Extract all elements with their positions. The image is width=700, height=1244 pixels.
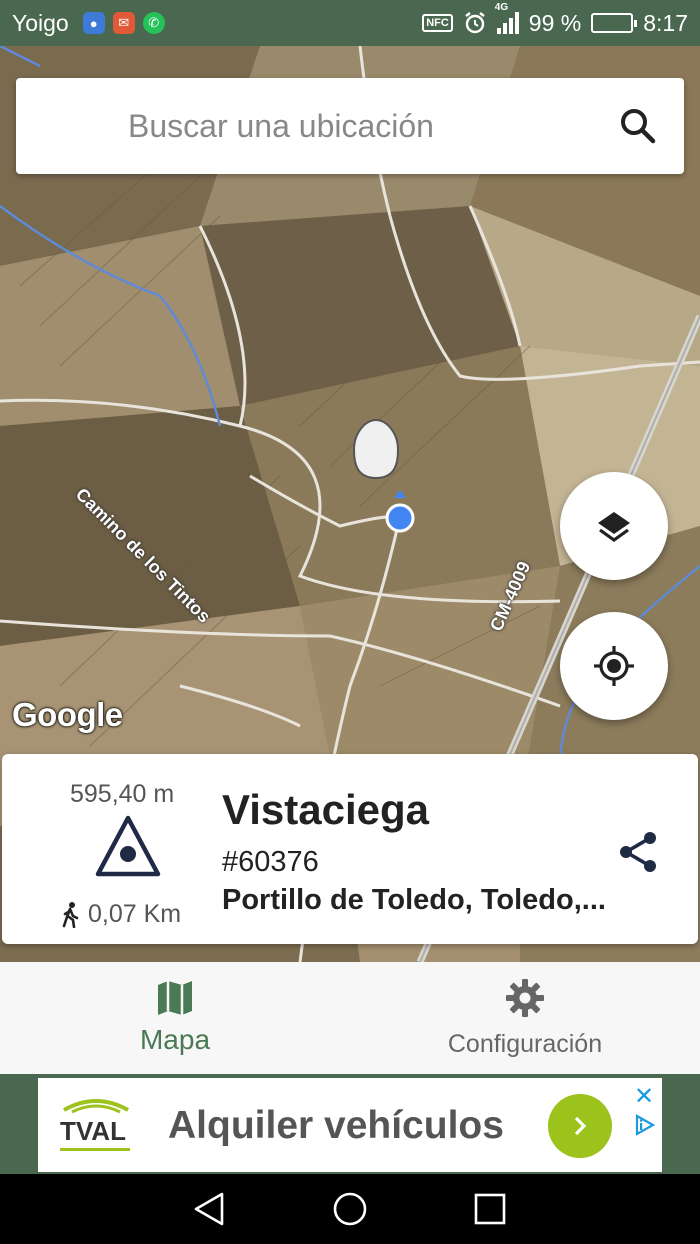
adchoices-icon[interactable] — [634, 1114, 656, 1136]
back-icon[interactable] — [192, 1191, 228, 1227]
tab-mapa-label: Mapa — [139, 1024, 211, 1055]
my-location-button[interactable] — [560, 612, 668, 720]
tab-configuracion-label: Configuración — [447, 1029, 603, 1058]
nfc-icon: NFC — [422, 14, 453, 32]
layers-icon — [598, 512, 630, 542]
ad-banner: TVAL Alquiler vehículos ✕ — [0, 1074, 700, 1174]
location-title: Vistaciega — [222, 786, 430, 833]
system-navigation-bar — [0, 1174, 700, 1244]
search-bar[interactable] — [16, 78, 684, 174]
location-icon: ● — [82, 12, 105, 34]
ad-content[interactable]: TVAL Alquiler vehículos ✕ — [38, 1078, 662, 1172]
google-attribution: Google — [12, 696, 123, 733]
signal-icon: 4G — [495, 2, 519, 34]
bottom-navigation: Mapa Configuración — [0, 962, 700, 1074]
ad-close-icon[interactable]: ✕ — [634, 1082, 654, 1111]
notification-icons: ● ✉ ✆ — [82, 12, 165, 34]
location-address: Portillo de Toledo, Toledo,... — [222, 884, 606, 916]
whatsapp-icon: ✆ — [142, 12, 165, 34]
network-type: 4G — [494, 2, 509, 13]
map-icon — [158, 981, 192, 1015]
elevation: 595,40 m — [70, 780, 175, 808]
recents-icon[interactable] — [472, 1191, 508, 1227]
gear-icon — [506, 978, 544, 1017]
alarm-icon — [465, 12, 485, 34]
home-icon[interactable] — [332, 1191, 368, 1227]
walking-icon — [62, 901, 79, 928]
search-input[interactable] — [128, 107, 668, 145]
search-icon[interactable] — [618, 106, 658, 146]
distance: 0,07 Km — [62, 900, 181, 929]
carrier-name: Yoigo — [12, 9, 69, 36]
ad-text: Alquiler vehículos — [168, 1104, 504, 1147]
summit-icon — [95, 815, 161, 877]
mail-icon: ✉ — [112, 12, 135, 34]
tab-configuracion[interactable]: Configuración — [350, 962, 700, 1074]
my-location-icon — [594, 646, 634, 686]
ad-open-button[interactable] — [548, 1094, 612, 1158]
location-info-card[interactable]: 595,40 m 0,07 Km Vistaciega #60376 Porti… — [2, 754, 698, 944]
ad-brand-text: TVAL — [60, 1116, 126, 1146]
share-icon[interactable] — [614, 828, 662, 876]
pin-marker[interactable] — [352, 418, 400, 480]
tab-mapa[interactable]: Mapa — [0, 962, 350, 1074]
ad-brand-logo: TVAL — [60, 1090, 132, 1156]
battery-icon — [591, 13, 638, 33]
battery-percent: 99 % — [528, 9, 582, 36]
clock: 8:17 — [643, 9, 688, 36]
layers-button[interactable] — [560, 472, 668, 580]
location-id: #60376 — [222, 846, 319, 878]
chevron-right-icon — [574, 1116, 587, 1136]
status-bar: Yoigo ● ✉ ✆ NFC 4G 99 % 8:17 — [0, 0, 700, 46]
distance-value: 0,07 Km — [88, 900, 182, 928]
